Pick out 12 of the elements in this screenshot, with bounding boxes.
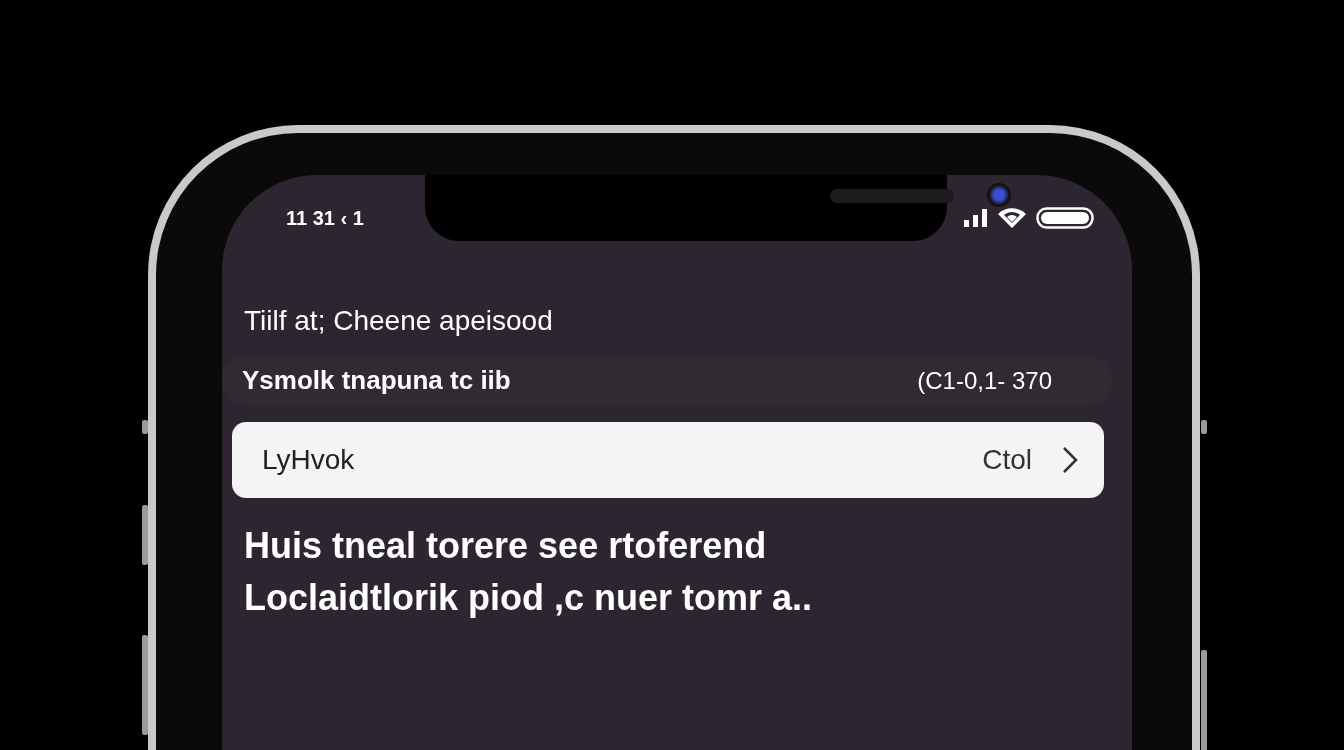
message-text: Huis tneal torere see rtoferend Loclaidtlorik piod ,c nuer tomr a.. (244, 524, 814, 620)
signal-icon (964, 209, 988, 227)
row-value: (C1-0,1- 370 (917, 366, 1052, 395)
camera-lens (987, 183, 1011, 207)
row-label: Ysmolk tnapuna tc iib (242, 365, 511, 396)
chevron-icon (1062, 446, 1078, 474)
field-action: Ctol (982, 444, 1032, 476)
status-time: 11 31 ‹ 1 (286, 206, 364, 230)
wifi-icon (998, 208, 1026, 228)
screen-title: Tiilf at; Cheene apeisood (244, 305, 554, 337)
battery-icon (1036, 207, 1094, 229)
input-field[interactable]: LyHvok Ctol (232, 422, 1104, 498)
